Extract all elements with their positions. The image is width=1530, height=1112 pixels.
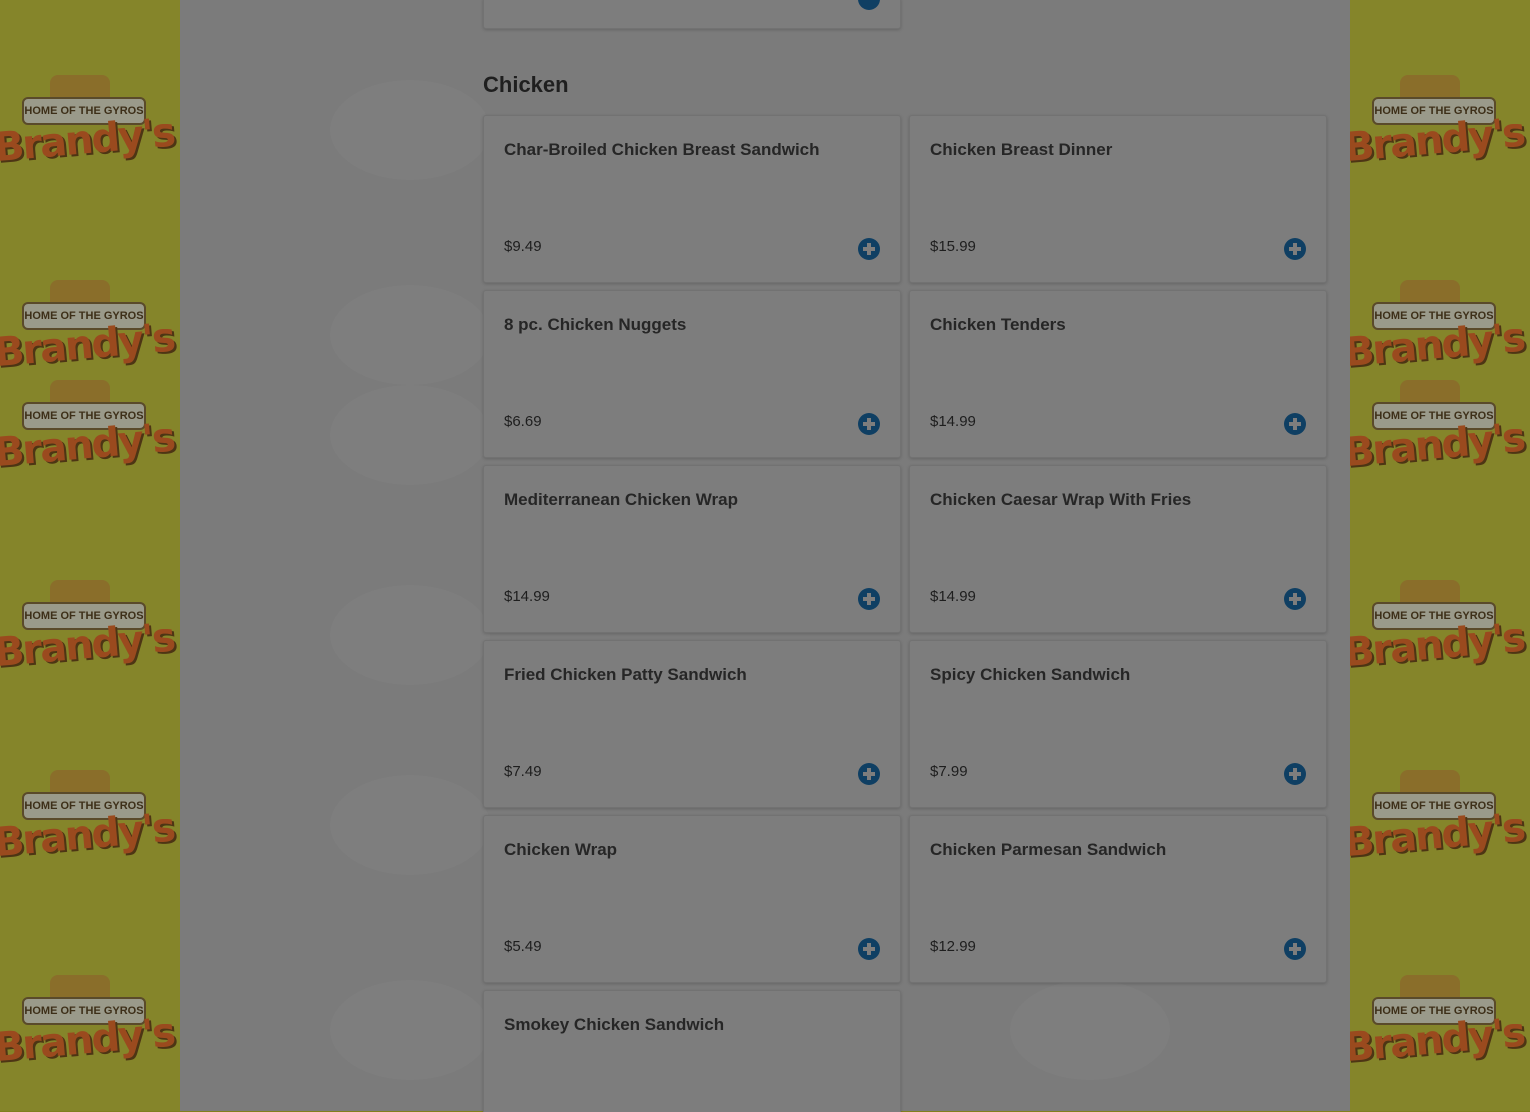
menu-item-name: Chicken Tenders [930,315,1066,334]
brand-logo: HOME OF THE GYROS Brandy's [1350,75,1530,185]
ghost-logo [330,80,490,180]
brand-logo: HOME OF THE GYROS Brandy's [1350,580,1530,690]
brand-logo: HOME OF THE GYROS Brandy's [0,975,180,1085]
menu-card[interactable]: Chicken Tenders $14.99 [909,290,1327,458]
plus-circle-icon[interactable] [1284,588,1306,610]
menu-item-price: $12.99 [930,938,976,955]
menu-item-name: Smokey Chicken Sandwich [504,1015,725,1034]
plus-circle-icon[interactable] [858,588,880,610]
menu-card[interactable]: Chicken Parmesan Sandwich $12.99 [909,815,1327,983]
plus-circle-icon[interactable] [1284,763,1306,785]
brand-logo: HOME OF THE GYROS Brandy's [0,380,180,490]
plus-circle-icon[interactable] [858,0,880,10]
ghost-logo [330,285,490,385]
menu-item-price: $5.49 [504,938,542,955]
ghost-logo [330,385,490,485]
brand-logo: HOME OF THE GYROS Brandy's [1350,380,1530,490]
menu-item-name: Mediterranean Chicken Wrap [504,490,738,509]
ghost-logo [1010,980,1170,1080]
section-title: Chicken [483,72,569,97]
menu-item-price: $14.99 [504,588,550,605]
menu-item-name: 8 pc. Chicken Nuggets [504,315,687,334]
menu-item-price: $6.69 [504,413,542,430]
menu-card[interactable]: Char-Broiled Chicken Breast Sandwich $9.… [483,115,901,283]
menu-item-name: Fried Chicken Patty Sandwich [504,665,747,684]
plus-circle-icon[interactable] [858,413,880,435]
plus-circle-icon[interactable] [858,763,880,785]
ghost-logo [330,980,490,1080]
menu-card[interactable]: Chicken Breast Dinner $15.99 [909,115,1327,283]
menu-item-price: $7.99 [930,763,968,780]
plus-circle-icon[interactable] [858,238,880,260]
menu-item-name: Chicken Breast Dinner [930,140,1113,159]
menu-item-name: Chicken Parmesan Sandwich [930,840,1167,859]
menu-item-price: $14.99 [930,413,976,430]
plus-circle-icon[interactable] [1284,238,1306,260]
brand-logo: HOME OF THE GYROS Brandy's [0,770,180,880]
menu-card[interactable]: Mediterranean Chicken Wrap $14.99 [483,465,901,633]
menu-card[interactable]: Fried Chicken Patty Sandwich $7.49 [483,640,901,808]
plus-circle-icon[interactable] [1284,938,1306,960]
menu-item-name: Chicken Wrap [504,840,618,859]
menu-card[interactable]: 8 pc. Chicken Nuggets $6.69 [483,290,901,458]
menu-card[interactable]: Smokey Chicken Sandwich [483,990,901,1112]
menu-item-name: Spicy Chicken Sandwich [930,665,1131,684]
ghost-logo [330,585,490,685]
side-pattern-left: HOME OF THE GYROS Brandy's HOME OF THE GY… [0,0,180,1111]
menu-item-name: Chicken Caesar Wrap With Fries [930,490,1192,509]
brand-logo: HOME OF THE GYROS Brandy's [1350,975,1530,1085]
side-pattern-right: HOME OF THE GYROS Brandy's HOME OF THE GY… [1350,0,1530,1111]
menu-card[interactable]: Spicy Chicken Sandwich $7.99 [909,640,1327,808]
menu-item-price: $15.99 [930,238,976,255]
menu-item-price: $14.99 [930,588,976,605]
menu-card[interactable]: Chicken Wrap $5.49 [483,815,901,983]
ghost-logo [330,775,490,875]
menu-card-partial[interactable] [483,0,901,29]
brand-logo: HOME OF THE GYROS Brandy's [1350,770,1530,880]
brand-logo: HOME OF THE GYROS Brandy's [0,580,180,690]
brand-logo: HOME OF THE GYROS Brandy's [0,75,180,185]
plus-circle-icon[interactable] [858,938,880,960]
menu-card[interactable]: Chicken Caesar Wrap With Fries $14.99 [909,465,1327,633]
plus-circle-icon[interactable] [1284,413,1306,435]
menu-item-price: $7.49 [504,763,542,780]
menu-item-price: $9.49 [504,238,542,255]
brand-logo: HOME OF THE GYROS Brandy's [0,280,180,390]
brand-logo: HOME OF THE GYROS Brandy's [1350,280,1530,390]
menu-item-name: Char-Broiled Chicken Breast Sandwich [504,140,820,159]
